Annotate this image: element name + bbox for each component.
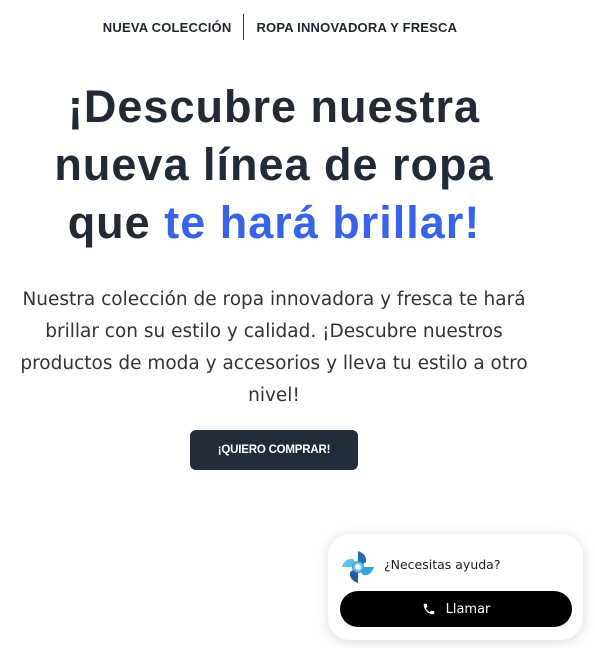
- announcement-divider: [243, 14, 245, 40]
- headline-line-2: nueva línea de ropa: [54, 139, 494, 190]
- hero-headline: ¡Descubre nuestra nueva línea de ropa qu…: [0, 78, 548, 252]
- call-button-label: Llamar: [445, 601, 491, 617]
- call-button[interactable]: Llamar: [340, 591, 572, 627]
- top-announcement-bar: NUEVA COLECCIÓN ROPA INNOVADORA Y FRESCA: [0, 14, 560, 40]
- buy-button[interactable]: ¡QUIERO COMPRAR!: [190, 430, 358, 470]
- assistant-logo-icon[interactable]: [339, 548, 377, 586]
- phone-icon: [422, 602, 436, 616]
- headline-line-1: ¡Descubre nuestra: [67, 81, 481, 132]
- announcement-innovative-clothing: ROPA INNOVADORA Y FRESCA: [256, 19, 458, 35]
- landing-page: NUEVA COLECCIÓN ROPA INNOVADORA Y FRESCA…: [0, 0, 595, 648]
- headline-highlight: te hará brillar!: [164, 197, 481, 248]
- help-question: ¿Necesitas ayuda?: [384, 557, 501, 572]
- help-widget: ¿Necesitas ayuda? Llamar: [328, 534, 583, 640]
- announcement-new-collection: NUEVA COLECCIÓN: [102, 19, 232, 35]
- headline-line-3-start: que: [67, 197, 165, 248]
- hero-description: Nuestra colección de ropa innovadora y f…: [20, 289, 528, 406]
